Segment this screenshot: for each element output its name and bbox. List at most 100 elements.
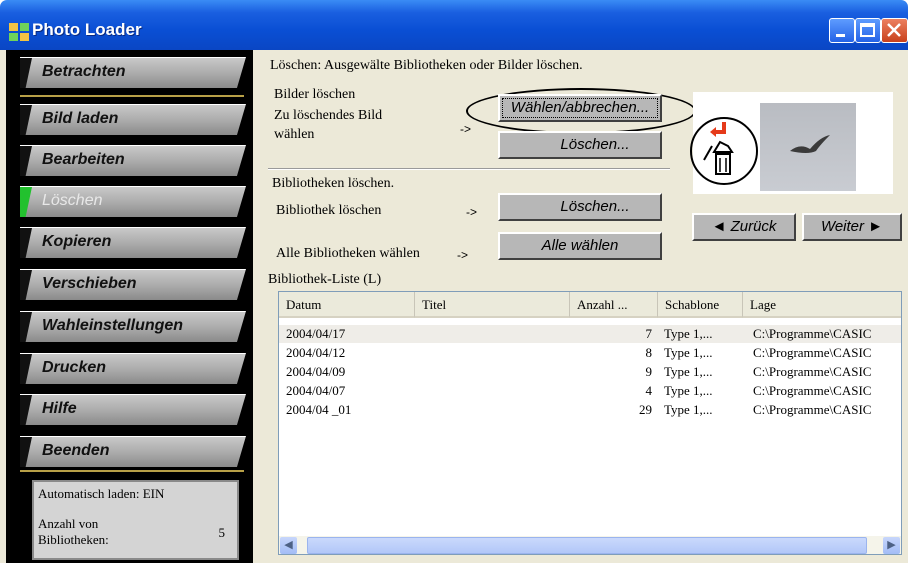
nav-label: Löschen bbox=[42, 192, 103, 209]
autoload-status: Automatisch laden: EIN bbox=[38, 486, 165, 501]
nav-betrachten-button[interactable]: Betrachten bbox=[20, 57, 246, 88]
nav-label: Betrachten bbox=[42, 63, 126, 80]
nav-marker bbox=[20, 105, 32, 135]
cell-template: Type 1,... bbox=[664, 345, 713, 360]
nav-kopieren-button[interactable]: Kopieren bbox=[20, 227, 246, 258]
scroll-thumb[interactable] bbox=[307, 537, 867, 554]
close-icon bbox=[887, 23, 901, 37]
column-header-location[interactable]: Lage bbox=[743, 292, 901, 318]
arrow-label: -> bbox=[460, 122, 472, 136]
nav-bild-laden-button[interactable]: Bild laden bbox=[20, 104, 246, 135]
cell-location: C:\Programme\CASIC bbox=[753, 326, 872, 341]
column-header-title[interactable]: Titel bbox=[415, 292, 570, 318]
photo-thumbnail bbox=[760, 103, 856, 191]
nav-label: Wahleinstellungen bbox=[42, 317, 184, 334]
app-icon bbox=[9, 23, 29, 41]
minimize-icon bbox=[836, 34, 845, 37]
nav-marker bbox=[20, 395, 32, 425]
trash-delete-icon bbox=[703, 122, 734, 175]
cell-template: Type 1,... bbox=[664, 364, 713, 379]
nav-beenden-button[interactable]: Beenden bbox=[20, 436, 246, 467]
nav-label: Hilfe bbox=[42, 400, 77, 417]
nav-wahleinstellungen-button[interactable]: Wahleinstellungen bbox=[20, 311, 246, 342]
maximize-button[interactable] bbox=[855, 18, 881, 43]
delete-images-title: Bilder löschen bbox=[274, 87, 356, 102]
select-cancel-button[interactable]: Wählen/abbrechen... bbox=[498, 94, 662, 122]
library-count-label: Anzahl von Bibliotheken: bbox=[38, 516, 109, 547]
arrow-label: -> bbox=[457, 248, 469, 262]
cell-date: 2004/04 _01 bbox=[286, 402, 352, 417]
scroll-right-icon[interactable]: ▶ bbox=[883, 537, 900, 554]
delete-lib-label: Bibliothek löschen bbox=[276, 203, 382, 218]
nav-label: Bearbeiten bbox=[42, 151, 125, 168]
nav-label: Drucken bbox=[42, 359, 107, 376]
select-all-button[interactable]: Alle wählen bbox=[498, 232, 662, 260]
nav-label: Verschieben bbox=[42, 275, 137, 292]
table-row[interactable]: 2004/04/17 7 Type 1,... C:\Programme\CAS… bbox=[279, 325, 901, 343]
divider bbox=[20, 470, 244, 472]
cell-template: Type 1,... bbox=[664, 402, 713, 417]
select-image-label: Zu löschendes Bild bbox=[274, 108, 383, 123]
library-count-value: 5 bbox=[218, 525, 226, 540]
cell-date: 2004/04/12 bbox=[286, 345, 346, 360]
cell-location: C:\Programme\CASIC bbox=[753, 345, 872, 360]
status-box: Automatisch laden: EIN Anzahl von Biblio… bbox=[32, 480, 239, 560]
nav-drucken-button[interactable]: Drucken bbox=[20, 353, 246, 384]
cell-count: 8 bbox=[645, 345, 653, 360]
nav-label: Beenden bbox=[42, 442, 110, 459]
maximize-icon bbox=[860, 23, 875, 37]
nav-marker bbox=[20, 354, 32, 384]
nav-bearbeiten-button[interactable]: Bearbeiten bbox=[20, 145, 246, 176]
delete-libs-title: Bibliotheken löschen. bbox=[272, 176, 395, 191]
divider bbox=[20, 95, 244, 97]
nav-marker bbox=[20, 270, 32, 300]
cell-date: 2004/04/07 bbox=[286, 383, 346, 398]
nav-label: Kopieren bbox=[42, 233, 112, 250]
window-title: Photo Loader bbox=[32, 20, 142, 39]
nav-label: Bild laden bbox=[42, 110, 119, 127]
cell-date: 2004/04/09 bbox=[286, 364, 346, 379]
page-heading: Löschen: Ausgewälte Bibliotheken oder Bi… bbox=[270, 58, 583, 73]
delete-image-button[interactable]: Löschen... bbox=[498, 131, 662, 159]
select-all-label: Alle Bibliotheken wählen bbox=[276, 246, 420, 261]
cell-location: C:\Programme\CASIC bbox=[753, 383, 872, 398]
horizontal-scrollbar[interactable]: ◀ ▶ bbox=[279, 536, 901, 554]
cell-location: C:\Programme\CASIC bbox=[753, 402, 872, 417]
minimize-button[interactable] bbox=[829, 18, 855, 43]
select-image-label-2: wählen bbox=[274, 127, 315, 142]
library-list[interactable]: Datum Titel Anzahl ... Schablone Lage 20… bbox=[278, 291, 902, 555]
table-row[interactable]: 2004/04/09 9 Type 1,... C:\Programme\CAS… bbox=[279, 363, 901, 381]
title-bar: Photo Loader bbox=[0, 0, 908, 50]
cell-count: 7 bbox=[645, 326, 653, 341]
cell-date: 2004/04/17 bbox=[286, 326, 346, 341]
separator bbox=[268, 168, 670, 170]
table-row[interactable]: 2004/04/07 4 Type 1,... C:\Programme\CAS… bbox=[279, 382, 901, 400]
nav-hilfe-button[interactable]: Hilfe bbox=[20, 394, 246, 425]
column-header-date[interactable]: Datum bbox=[279, 292, 415, 318]
nav-marker bbox=[20, 228, 32, 258]
nav-verschieben-button[interactable]: Verschieben bbox=[20, 269, 246, 300]
back-button[interactable]: ◄ Zurück bbox=[692, 213, 796, 241]
arrow-label: -> bbox=[466, 205, 478, 219]
bird-icon bbox=[790, 135, 830, 153]
nav-loeschen-button[interactable]: Löschen bbox=[20, 186, 246, 217]
scroll-left-icon[interactable]: ◀ bbox=[280, 537, 297, 554]
cell-template: Type 1,... bbox=[664, 326, 713, 341]
table-row[interactable]: 2004/04/12 8 Type 1,... C:\Programme\CAS… bbox=[279, 344, 901, 362]
nav-marker-active bbox=[20, 187, 32, 217]
nav-marker bbox=[20, 312, 32, 342]
cell-count: 4 bbox=[645, 383, 653, 398]
next-button[interactable]: Weiter ► bbox=[802, 213, 902, 241]
table-row[interactable]: 2004/04 _01 29 Type 1,... C:\Programme\C… bbox=[279, 401, 901, 419]
cell-count: 9 bbox=[645, 364, 653, 379]
cell-location: C:\Programme\CASIC bbox=[753, 364, 872, 379]
nav-marker bbox=[20, 437, 32, 467]
cell-count: 29 bbox=[639, 402, 652, 417]
close-button[interactable] bbox=[881, 18, 908, 43]
nav-marker bbox=[20, 58, 32, 88]
cell-template: Type 1,... bbox=[664, 383, 713, 398]
delete-library-button[interactable]: Löschen... bbox=[498, 193, 662, 221]
column-header-count[interactable]: Anzahl ... bbox=[570, 292, 658, 318]
nav-marker bbox=[20, 146, 32, 176]
column-header-template[interactable]: Schablone bbox=[658, 292, 743, 318]
